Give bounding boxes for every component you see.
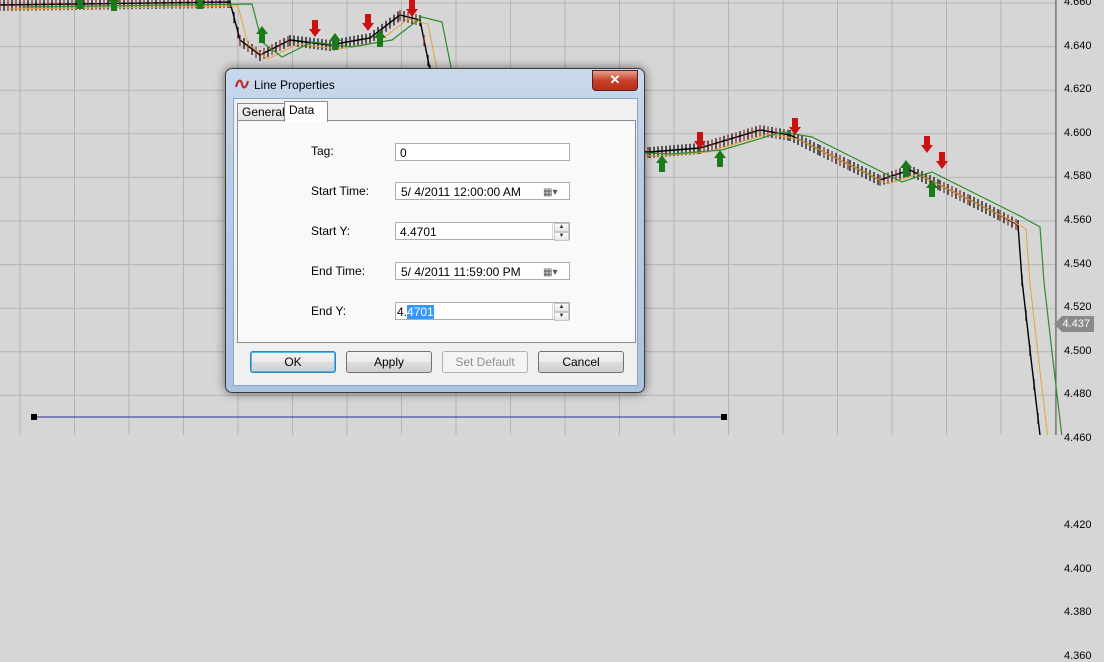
spin-up-icon[interactable]: ▲ [554, 223, 569, 232]
up-arrow-icon [656, 155, 668, 172]
close-icon: ✕ [609, 72, 621, 87]
up-arrow-icon [329, 33, 341, 50]
start-y-input[interactable]: 4.4701 ▲ ▼ [395, 222, 570, 241]
end-time-label: End Time: [311, 264, 366, 278]
ok-button[interactable]: OK [250, 351, 336, 373]
price-axis-tick: 4.600 [1064, 126, 1092, 139]
start-time-label: Start Time: [311, 184, 370, 198]
tab-general[interactable]: General [237, 103, 285, 120]
app-logo-icon [234, 79, 250, 89]
price-axis-tick: 4.420 [1064, 519, 1092, 532]
price-axis-tick: 4.380 [1064, 606, 1092, 619]
price-axis-tick: 4.620 [1064, 83, 1092, 96]
end-y-stepper[interactable]: ▲ ▼ [552, 303, 569, 321]
start-y-label: Start Y: [311, 224, 351, 238]
end-y-selected-text: 4701 [407, 305, 434, 319]
calendar-dropdown-icon[interactable]: ▦▾ [543, 264, 567, 278]
start-y-value: 4.4701 [400, 225, 437, 239]
down-arrow-icon [309, 20, 321, 37]
tag-value: 0 [400, 146, 407, 160]
line-start-handle [31, 413, 37, 420]
close-button[interactable]: ✕ [592, 70, 638, 91]
price-axis-tick: 4.640 [1064, 39, 1092, 52]
price-axis-tick: 4.460 [1064, 432, 1092, 444]
end-y-input[interactable]: 4.4701 ▲ ▼ [395, 302, 570, 321]
down-arrow-icon [921, 136, 933, 153]
line-end-handle [721, 413, 727, 420]
tag-label: Tag: [311, 144, 334, 158]
price-axis-tick: 4.540 [1064, 257, 1092, 270]
price-axis-tick: 4.400 [1064, 562, 1092, 575]
down-arrow-icon [789, 118, 801, 135]
start-time-picker[interactable]: 5/ 4/2011 12:00:00 AM ▦▾ [395, 182, 570, 200]
start-y-stepper[interactable]: ▲ ▼ [552, 223, 569, 241]
line-properties-dialog: Line Properties ✕ General Data Tag: 0 St… [225, 68, 645, 393]
tag-input[interactable]: 0 [395, 143, 570, 161]
spin-up-icon[interactable]: ▲ [554, 303, 569, 312]
price-axis-tick: 4.500 [1064, 344, 1092, 357]
up-arrow-icon [714, 150, 726, 167]
end-y-value-prefix: 4. [397, 305, 408, 319]
spin-down-icon[interactable]: ▼ [554, 312, 569, 321]
set-default-button[interactable]: Set Default [442, 351, 528, 373]
dialog-body: General Data Tag: 0 Start Time: 5/ 4/201… [233, 98, 638, 386]
dialog-titlebar[interactable]: Line Properties ✕ [226, 69, 644, 98]
down-arrow-icon [362, 14, 374, 31]
calendar-dropdown-icon[interactable]: ▦▾ [543, 184, 567, 198]
up-arrow-icon [374, 30, 386, 47]
tab-data[interactable]: Data [284, 101, 328, 122]
dialog-title: Line Properties [254, 78, 335, 92]
price-axis-tick: 4.480 [1064, 388, 1092, 401]
end-time-picker[interactable]: 5/ 4/2011 11:59:00 PM ▦▾ [395, 262, 570, 280]
spin-down-icon[interactable]: ▼ [554, 232, 569, 241]
end-time-value: 5/ 4/2011 11:59:00 PM [401, 265, 521, 279]
price-axis-tick: 4.580 [1064, 170, 1092, 183]
apply-button[interactable]: Apply [346, 351, 432, 373]
current-price-marker: 4.437 [1054, 316, 1094, 332]
price-axis-tick: 4.560 [1064, 214, 1092, 226]
end-y-label: End Y: [311, 304, 347, 318]
data-tab-page: Tag: 0 Start Time: 5/ 4/2011 12:00:00 AM… [237, 120, 636, 343]
up-arrow-icon [256, 26, 268, 43]
price-axis-tick: 4.520 [1064, 301, 1092, 314]
start-time-value: 5/ 4/2011 12:00:00 AM [401, 185, 521, 199]
cancel-button[interactable]: Cancel [538, 351, 624, 373]
price-axis-tick: 4.660 [1064, 0, 1092, 8]
price-axis-tick: 4.360 [1064, 650, 1092, 662]
